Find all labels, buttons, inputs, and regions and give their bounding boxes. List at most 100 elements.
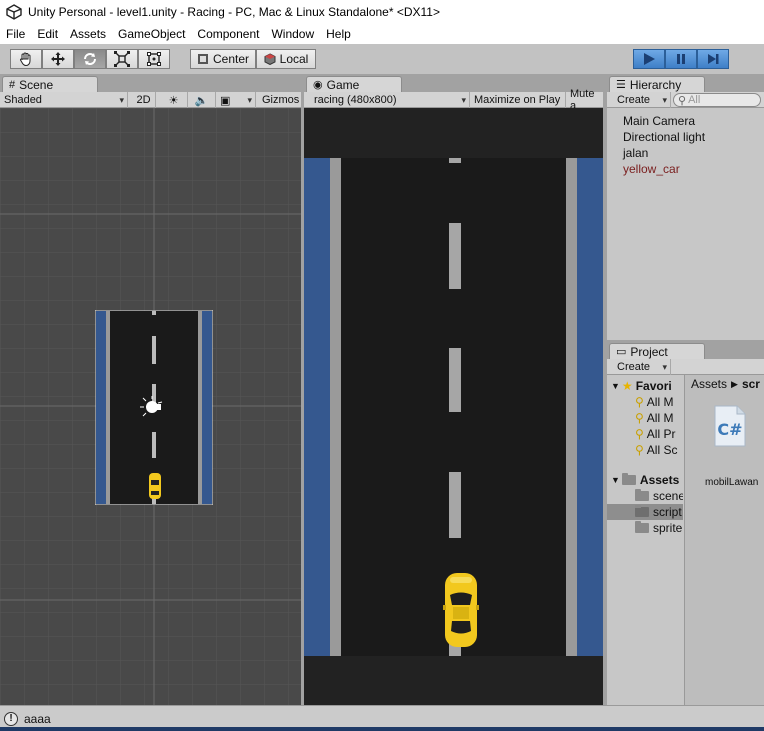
favorite-item-label: All Pr [646, 427, 676, 441]
favorite-item-all-materials[interactable]: ⚲ All M [635, 395, 673, 409]
toolbar: Center Local [0, 44, 764, 74]
menu-edit[interactable]: Edit [31, 27, 64, 41]
maximize-on-play-toggle[interactable]: Maximize on Play [470, 92, 566, 108]
mode-2d-label: 2D [136, 94, 151, 106]
scale-icon [114, 51, 130, 67]
expand-arrow-icon: ▼ [611, 381, 620, 391]
hand-icon [20, 52, 31, 67]
favorite-item-label: All M [646, 411, 674, 425]
tab-hierarchy-label: Hierarchy [629, 77, 682, 92]
tab-hierarchy[interactable]: ☰ Hierarchy [609, 76, 705, 92]
menu-window[interactable]: Window [265, 27, 320, 41]
resolution-dropdown[interactable]: racing (480x800) [310, 92, 470, 108]
hierarchy-item-yellow-car[interactable]: yellow_car [623, 162, 680, 176]
magnifier-icon: ⚲ [635, 411, 644, 425]
search-icon: ⚲ [678, 94, 687, 107]
project-tree: ▼ ★ Favori ⚲ All M ⚲ All M ⚲ All Pr ⚲ Al… [607, 375, 683, 705]
unity-logo-icon [6, 4, 22, 20]
rotate-tool-button[interactable] [74, 49, 106, 69]
project-create-dropdown[interactable]: Create [613, 359, 671, 375]
hierarchy-search-input[interactable]: ⚲ All [673, 93, 761, 107]
image-icon: ▣ [220, 94, 231, 107]
window-title: Unity Personal - level1.unity - Racing -… [28, 5, 440, 19]
hierarchy-create-label: Create [617, 94, 651, 106]
favorite-item-all-prefabs[interactable]: ⚲ All Pr [635, 427, 675, 441]
breadcrumb: Assets ▶ scr [691, 377, 760, 391]
project-create-label: Create [617, 361, 651, 373]
folder-label: sprite [653, 521, 683, 535]
magnifier-icon: ⚲ [635, 395, 644, 409]
yellow-car-sprite [443, 573, 479, 647]
audio-toggle[interactable]: 🔈 [188, 92, 216, 108]
scene-view[interactable] [0, 108, 301, 705]
game-road-render [304, 158, 603, 656]
favorite-item-all-models[interactable]: ⚲ All M [635, 411, 673, 425]
pause-icon [677, 54, 685, 64]
folder-icon [635, 489, 649, 501]
grid-icon: # [9, 78, 16, 91]
hierarchy-item-jalan[interactable]: jalan [623, 146, 648, 160]
pivot-center-button[interactable]: Center [190, 49, 256, 69]
speaker-icon: 🔈 [194, 94, 209, 107]
sun-icon: ☀ [168, 94, 179, 107]
pause-button[interactable] [665, 49, 697, 69]
menu-component[interactable]: Component [191, 27, 265, 41]
menu-gameobject[interactable]: GameObject [112, 27, 191, 41]
favorite-item-label: All M [646, 395, 674, 409]
title-bar: Unity Personal - level1.unity - Racing -… [0, 0, 764, 24]
project-panel: ▼ ★ Favori ⚲ All M ⚲ All M ⚲ All Pr ⚲ Al… [607, 375, 764, 705]
folder-icon [635, 505, 649, 517]
csharp-script-icon: C# [714, 405, 746, 447]
tab-game[interactable]: ◉ Game [306, 76, 402, 92]
menu-file[interactable]: File [0, 27, 31, 41]
favorite-item-all-scripts[interactable]: ⚲ All Sc [635, 443, 677, 457]
gizmos-dropdown[interactable]: Gizmos [258, 92, 301, 108]
rect-tool-button[interactable] [138, 49, 170, 69]
step-button[interactable] [697, 49, 729, 69]
step-icon [708, 54, 719, 64]
menu-assets[interactable]: Assets [64, 27, 112, 41]
tab-project[interactable]: ▭ Project [609, 343, 705, 359]
info-icon: ! [4, 711, 18, 726]
move-arrows-icon [51, 52, 65, 66]
assets-root-row[interactable]: ▼ Assets [611, 473, 679, 487]
breadcrumb-arrow-icon: ▶ [731, 378, 738, 389]
scale-tool-button[interactable] [106, 49, 138, 69]
magnifier-icon: ⚲ [635, 443, 644, 457]
space-local-button[interactable]: Local [256, 49, 316, 69]
menu-help[interactable]: Help [320, 27, 357, 41]
svg-text:C#: C# [717, 420, 742, 439]
lighting-toggle[interactable]: ☀ [160, 92, 188, 108]
folder-scene[interactable]: scene [635, 489, 683, 503]
hierarchy-panel: Main Camera Directional light jalan yell… [607, 108, 764, 340]
mute-audio-toggle[interactable]: Mute a [566, 88, 603, 112]
hierarchy-create-dropdown[interactable]: Create [613, 92, 671, 108]
pivot-icon [197, 54, 208, 64]
tab-scene[interactable]: # Scene [2, 76, 98, 92]
tab-game-label: Game [326, 77, 360, 92]
hierarchy-item-main-camera[interactable]: Main Camera [623, 114, 695, 128]
folder-sprite[interactable]: sprite [635, 521, 682, 535]
play-button[interactable] [633, 49, 665, 69]
taskbar-edge [0, 727, 764, 731]
game-view[interactable] [304, 108, 603, 705]
hand-tool-button[interactable] [10, 49, 42, 69]
scene-toolbar: Shaded 2D ☀ 🔈 ▣ Gizmos [0, 92, 301, 108]
maximize-label: Maximize on Play [474, 94, 561, 106]
toggle-2d-button[interactable]: 2D [132, 92, 156, 108]
hierarchy-item-directional-light[interactable]: Directional light [623, 130, 705, 144]
effects-dropdown[interactable]: ▣ [216, 92, 256, 108]
favorites-row[interactable]: ▼ ★ Favori [611, 379, 672, 393]
console-message: aaaa [24, 711, 51, 726]
folder-script-selected[interactable]: script [607, 504, 683, 520]
shading-dropdown[interactable]: Shaded [0, 92, 128, 108]
move-tool-button[interactable] [42, 49, 74, 69]
hierarchy-search-placeholder: All [688, 94, 701, 106]
favorite-item-label: All Sc [646, 443, 678, 457]
space-label: Local [279, 52, 309, 66]
expand-arrow-icon: ▼ [611, 475, 620, 485]
breadcrumb-current[interactable]: scr [742, 377, 760, 391]
csharp-script-asset[interactable]: C# [713, 405, 747, 447]
breadcrumb-root[interactable]: Assets [691, 377, 727, 391]
folder-icon: ▭ [616, 346, 627, 358]
